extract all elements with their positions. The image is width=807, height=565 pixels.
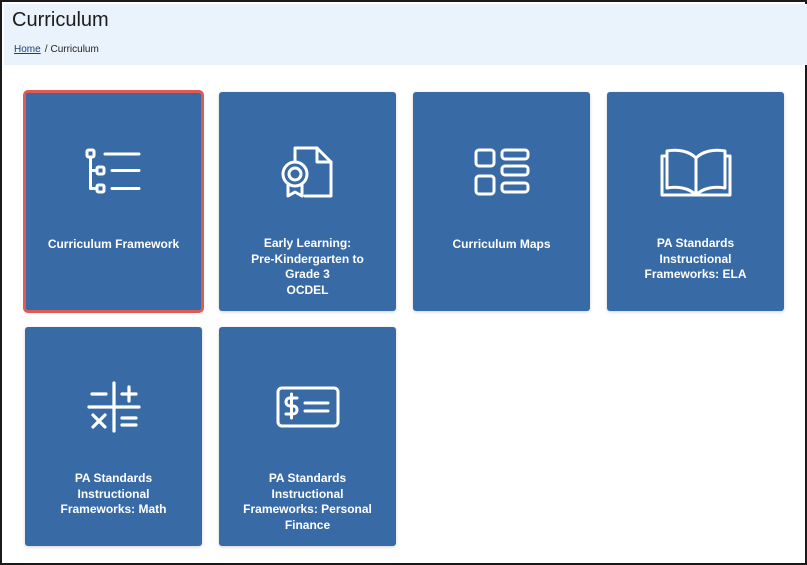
breadcrumb-current: Curriculum <box>50 44 99 55</box>
breadcrumb-separator: / <box>44 44 48 55</box>
tile-pa-standards-personal-finance[interactable]: PA Standards Instructional Frameworks: P… <box>219 327 396 546</box>
tile-label: Curriculum Maps <box>452 237 551 251</box>
tree-list-icon <box>74 141 154 203</box>
certificate-document-icon <box>268 141 348 203</box>
tile-label: Curriculum Framework <box>47 237 180 251</box>
breadcrumb: Home / Curriculum <box>14 44 99 55</box>
grid-layout-icon <box>462 141 542 203</box>
breadcrumb-home-link[interactable]: Home <box>14 44 41 55</box>
tile-label: PA Standards Instructional Frameworks: P… <box>243 471 372 532</box>
page-title: Curriculum <box>12 9 109 31</box>
tile-label: Early Learning: Pre-Kindergarten to Grad… <box>251 236 364 297</box>
tile-pa-standards-ela[interactable]: PA Standards Instructional Frameworks: E… <box>607 92 784 311</box>
tile-pa-standards-math[interactable]: PA Standards Instructional Frameworks: M… <box>25 327 202 546</box>
math-operators-icon <box>74 376 154 438</box>
tile-curriculum-framework[interactable]: Curriculum Framework <box>23 90 204 313</box>
tile-label: PA Standards Instructional Frameworks: M… <box>60 471 167 516</box>
dollar-bill-icon <box>268 376 348 438</box>
tile-label: PA Standards Instructional Frameworks: E… <box>644 236 747 281</box>
page-header: Curriculum Home / Curriculum <box>4 4 807 65</box>
tile-early-learning[interactable]: Early Learning: Pre-Kindergarten to Grad… <box>219 92 396 311</box>
open-book-icon <box>656 141 736 203</box>
tile-curriculum-maps[interactable]: Curriculum Maps <box>413 92 590 311</box>
